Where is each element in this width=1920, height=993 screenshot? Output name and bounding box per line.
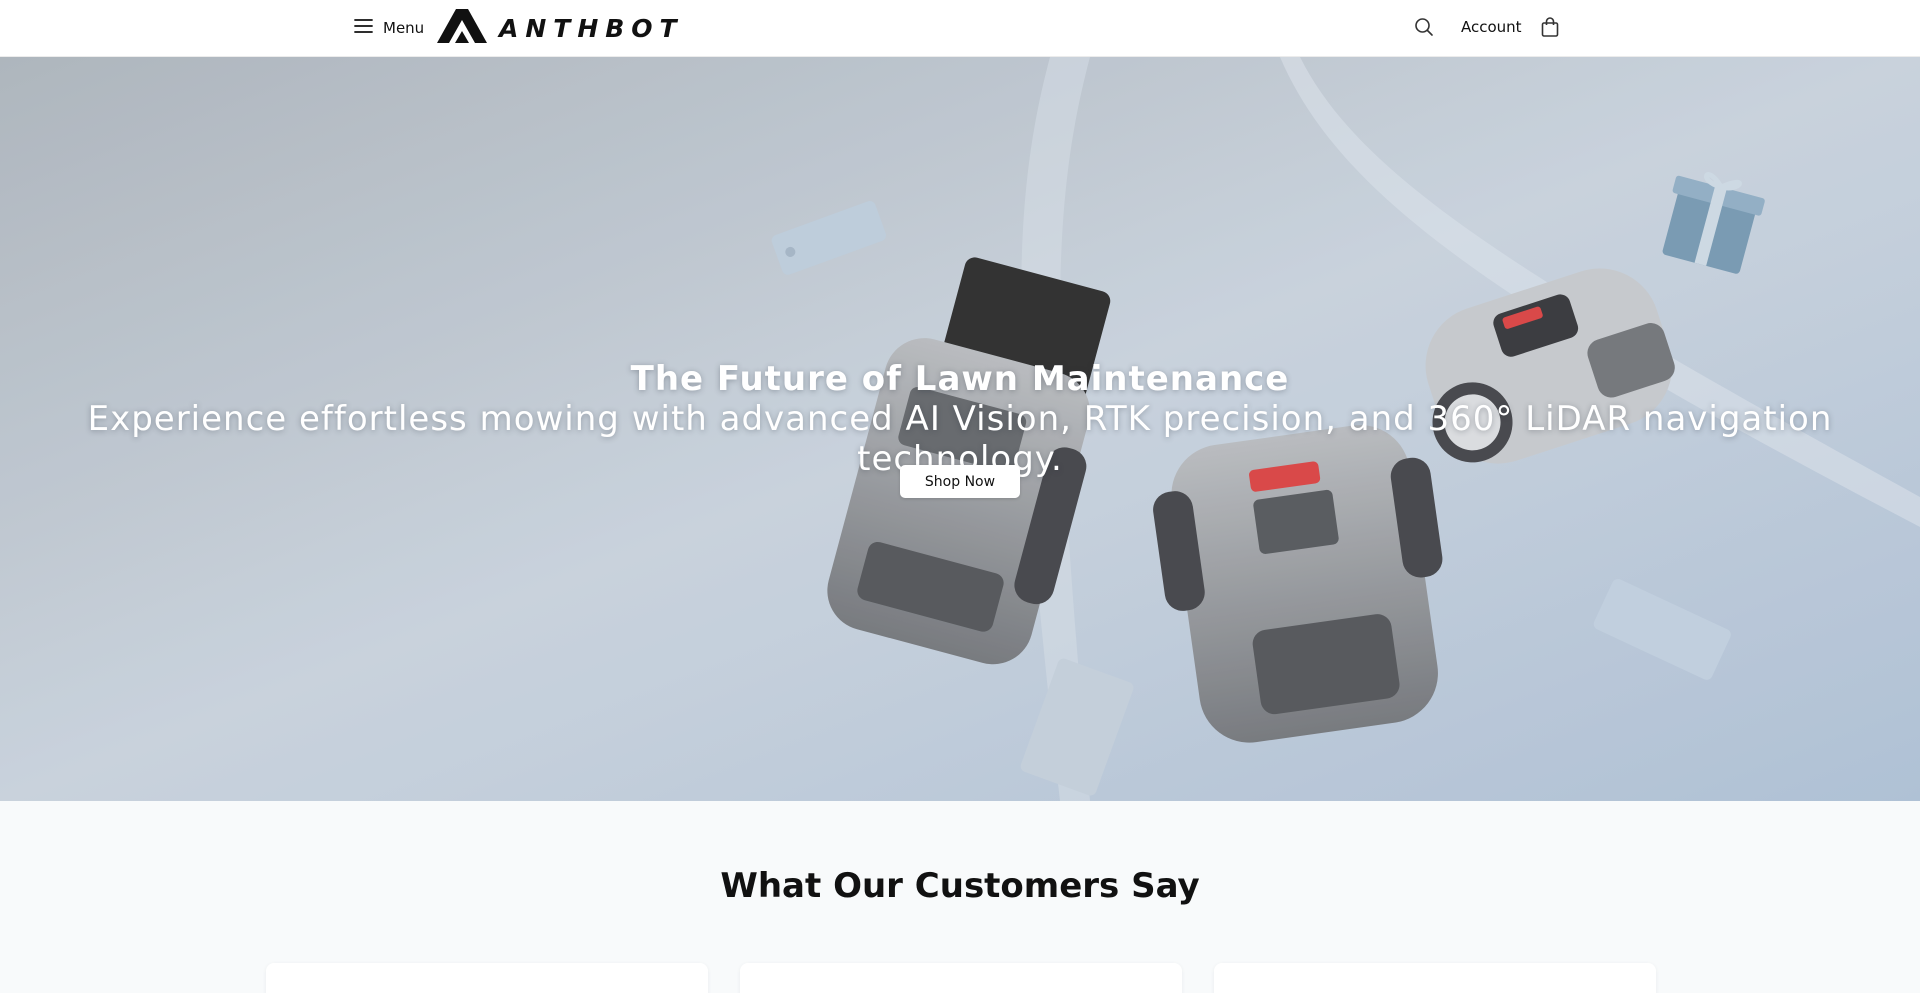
menu-label: Menu [383, 19, 425, 37]
anthbot-logo-icon [437, 9, 487, 47]
site-header: Menu ANTHBOT Account [0, 0, 1920, 57]
cart-button[interactable] [1540, 16, 1562, 40]
shopping-bag-icon [1540, 17, 1560, 42]
shop-now-button[interactable]: Shop Now [900, 465, 1020, 498]
review-card [740, 963, 1182, 993]
reviews-heading: What Our Customers Say [720, 866, 1200, 906]
hamburger-icon [354, 18, 373, 38]
menu-button[interactable]: Menu [354, 16, 424, 40]
brand-wordmark: ANTHBOT [499, 13, 684, 43]
search-button[interactable] [1414, 16, 1436, 40]
account-link[interactable]: Account [1461, 18, 1522, 36]
brand-logo[interactable]: ANTHBOT [437, 9, 684, 47]
review-card [266, 963, 708, 993]
review-card [1214, 963, 1656, 993]
hero-title: The Future of Lawn Maintenance [630, 359, 1290, 399]
search-icon [1414, 18, 1434, 42]
hero-banner: The Future of Lawn Maintenance Experienc… [0, 57, 1920, 801]
